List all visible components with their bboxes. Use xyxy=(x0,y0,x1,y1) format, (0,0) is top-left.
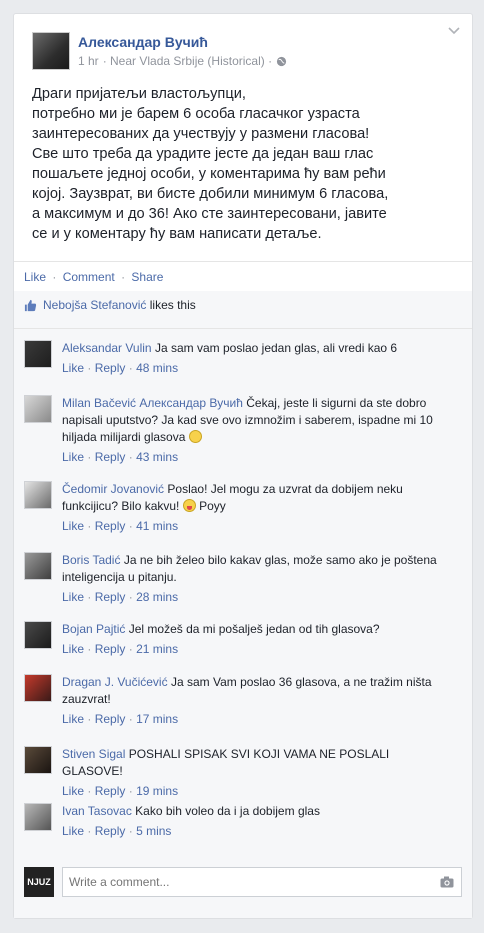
camera-icon[interactable] xyxy=(440,876,454,888)
post-line: Све што треба да урадите јесте да један … xyxy=(32,146,374,162)
liker-name[interactable]: Nebojša Stefanović xyxy=(43,298,146,312)
separator: · xyxy=(121,270,126,284)
comment-time[interactable]: 21 mins xyxy=(136,642,178,656)
write-comment-row: NJUZ xyxy=(24,867,464,897)
post-author[interactable]: Александар Вучић xyxy=(78,34,208,50)
comment-reply[interactable]: Reply xyxy=(95,642,126,656)
comment-reply[interactable]: Reply xyxy=(95,519,126,533)
commenter-name[interactable]: Milan Bačević xyxy=(62,396,136,410)
post-line: се и у коментару ћу вам написати детаље. xyxy=(32,226,322,242)
commenter-avatar[interactable] xyxy=(24,552,52,580)
comment-time[interactable]: 5 mins xyxy=(136,824,171,838)
comment-footer: Like · Reply · 43 mins xyxy=(62,450,179,464)
commenter-avatar[interactable] xyxy=(24,340,52,368)
commenter-name[interactable]: Aleksandar Vulin xyxy=(62,341,152,355)
comment-footer: Like · Reply · 41 mins xyxy=(62,519,179,533)
separator: · xyxy=(52,270,57,284)
commenter-avatar[interactable] xyxy=(24,746,52,774)
post-line: којој. Заузврат, ви бисте добили минимум… xyxy=(32,186,389,202)
comment-link[interactable]: Comment xyxy=(63,270,115,284)
comment-time[interactable]: 41 mins xyxy=(136,519,178,533)
comment-footer: Like · Reply · 48 mins xyxy=(62,361,179,375)
comment-time[interactable]: 19 mins xyxy=(136,784,178,798)
comment-input[interactable] xyxy=(62,867,462,897)
likes-summary: Nebojša Stefanović likes this xyxy=(24,298,196,312)
comment-extra: Poyy xyxy=(199,499,226,513)
comment-text: Kako bih voleo da i ja dobijem glas xyxy=(135,804,320,818)
comment-reply[interactable]: Reply xyxy=(95,450,126,464)
comment-reply[interactable]: Reply xyxy=(95,590,126,604)
comment-like[interactable]: Like xyxy=(62,361,84,375)
comment-like[interactable]: Like xyxy=(62,712,84,726)
comment-body: Bojan Pajtić Jel možeš da mi pošalješ je… xyxy=(62,621,452,658)
thumbs-up-icon xyxy=(24,299,37,311)
post-card: Александар Вучић 1 hr · Near Vlada Srbij… xyxy=(13,13,473,919)
divider xyxy=(14,328,472,329)
comment-text: Jel možeš da mi pošalješ jedan od tih gl… xyxy=(128,622,380,636)
comment-body: Stiven Sigal POSHALI SPISAK SVI KOJI VAM… xyxy=(62,746,452,800)
commenter-name[interactable]: Boris Tadić xyxy=(62,553,120,567)
tagged-user[interactable]: Александар Вучић xyxy=(139,396,243,410)
comment-like[interactable]: Like xyxy=(62,824,84,838)
chevron-down-icon[interactable] xyxy=(448,26,460,36)
like-link[interactable]: Like xyxy=(24,270,46,284)
post-meta: 1 hr · Near Vlada Srbije (Historical) · xyxy=(78,54,287,68)
comment-time[interactable]: 48 mins xyxy=(136,361,178,375)
comment-like[interactable]: Like xyxy=(62,784,84,798)
post-time[interactable]: 1 hr xyxy=(78,54,99,68)
comment-body: Ivan Tasovac Kako bih voleo da i ja dobi… xyxy=(62,803,452,840)
post-text: Драги пријатељи властољупци, потребно ми… xyxy=(32,84,452,244)
author-avatar[interactable] xyxy=(32,32,70,70)
comment-footer: Like · Reply · 19 mins xyxy=(62,784,179,798)
user-avatar[interactable]: NJUZ xyxy=(24,867,54,897)
comment-body: Aleksandar Vulin Ja sam vam poslao jedan… xyxy=(62,340,452,377)
comment-reply[interactable]: Reply xyxy=(95,784,126,798)
commenter-avatar[interactable] xyxy=(24,481,52,509)
comment-like[interactable]: Like xyxy=(62,450,84,464)
post-line: пошаљете једној особи, у коментарима ћу … xyxy=(32,166,386,182)
comment-footer: Like · Reply · 5 mins xyxy=(62,824,172,838)
post-line: Драги пријатељи властољупци, xyxy=(32,86,246,102)
commenter-avatar[interactable] xyxy=(24,395,52,423)
divider xyxy=(14,261,472,262)
comment-body: Boris Tadić Ja ne bih želeo bilo kakav g… xyxy=(62,552,452,606)
smiley-icon xyxy=(188,430,202,443)
comment-body: Milan Bačević Александар Вучић Čekaj, je… xyxy=(62,395,452,466)
commenter-name[interactable]: Dragan J. Vučićević xyxy=(62,675,168,689)
commenter-avatar[interactable] xyxy=(24,674,52,702)
comment-footer: Like · Reply · 28 mins xyxy=(62,590,179,604)
comment-body: Dragan J. Vučićević Ja sam Vam poslao 36… xyxy=(62,674,452,728)
comment-time[interactable]: 17 mins xyxy=(136,712,178,726)
comment-reply[interactable]: Reply xyxy=(95,712,126,726)
comment-reply[interactable]: Reply xyxy=(95,824,126,838)
likes-text: likes this xyxy=(149,298,196,312)
post-location[interactable]: · Near Vlada Srbije (Historical) · xyxy=(103,54,272,68)
commenter-name[interactable]: Ivan Tasovac xyxy=(62,804,132,818)
commenter-name[interactable]: Stiven Sigal xyxy=(62,747,125,761)
post-actions: Like · Comment · Share xyxy=(24,270,163,284)
comment-like[interactable]: Like xyxy=(62,642,84,656)
comment-body: Čedomir Jovanović Poslao! Jel mogu za uz… xyxy=(62,481,452,535)
post-line: заинтересованих да учествују у размени г… xyxy=(32,126,370,142)
commenter-name[interactable]: Bojan Pajtić xyxy=(62,622,125,636)
comment-like[interactable]: Like xyxy=(62,590,84,604)
comment-reply[interactable]: Reply xyxy=(95,361,126,375)
globe-icon[interactable] xyxy=(276,56,287,67)
post-line: а максимум и до 36! Ако сте заинтересова… xyxy=(32,206,387,222)
comment-footer: Like · Reply · 21 mins xyxy=(62,642,179,656)
commenter-avatar[interactable] xyxy=(24,621,52,649)
comment-like[interactable]: Like xyxy=(62,519,84,533)
comment-footer: Like · Reply · 17 mins xyxy=(62,712,179,726)
commenter-avatar[interactable] xyxy=(24,803,52,831)
commenter-name[interactable]: Čedomir Jovanović xyxy=(62,482,164,496)
tongue-smiley-icon xyxy=(182,499,196,512)
comment-text: Ja sam vam poslao jedan glas, ali vredi … xyxy=(154,341,398,355)
post-line: потребно ми је барем 6 особа гласачког у… xyxy=(32,106,360,122)
share-link[interactable]: Share xyxy=(131,270,163,284)
comment-time[interactable]: 28 mins xyxy=(136,590,178,604)
comment-time[interactable]: 43 mins xyxy=(136,450,178,464)
